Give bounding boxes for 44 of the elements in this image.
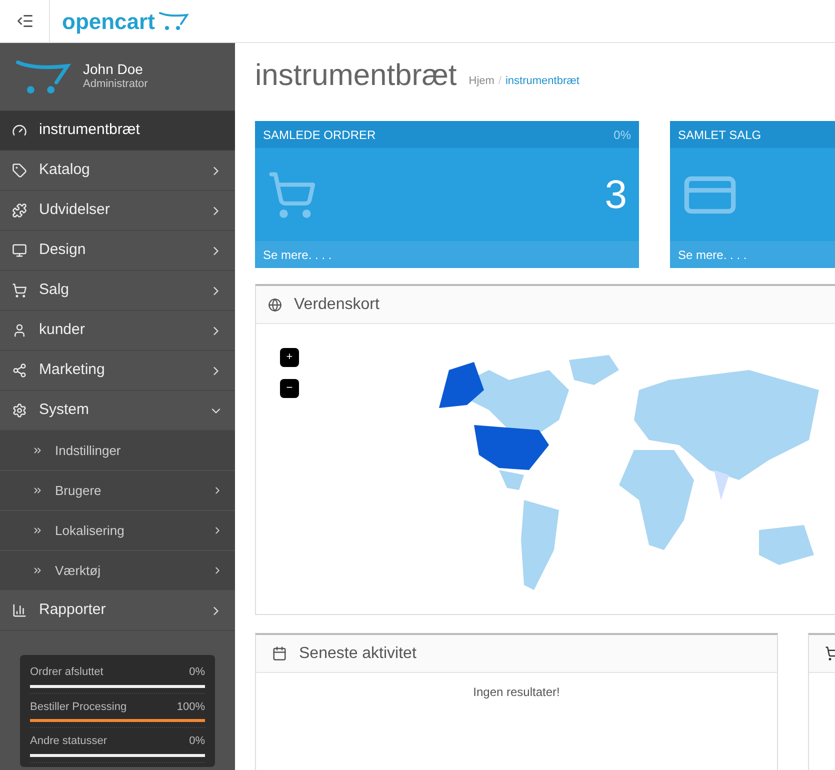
puzzle-icon xyxy=(12,203,27,218)
cart-icon xyxy=(267,170,317,220)
user-name: John Doe xyxy=(83,60,144,78)
tile-percent: 0% xyxy=(614,126,631,144)
double-chevron-icon xyxy=(32,565,43,576)
submenu-item[interactable]: Indstillinger xyxy=(0,431,235,471)
user-icon xyxy=(12,323,27,338)
status-percent: 0% xyxy=(189,665,205,680)
submenu-item[interactable]: Brugere xyxy=(0,471,235,511)
tile-title: SAMLEDE ORDRER xyxy=(263,126,376,144)
double-chevron-icon xyxy=(32,445,43,456)
double-chevron-icon xyxy=(32,525,43,536)
bar-chart-icon xyxy=(12,603,27,618)
cart-icon xyxy=(12,283,27,298)
dashboard-icon xyxy=(12,123,27,138)
status-label: Ordrer afsluttet xyxy=(30,665,104,680)
sidebar-item[interactable]: instrumentbræt xyxy=(0,111,235,151)
submenu-item[interactable]: Værktøj xyxy=(0,551,235,591)
globe-icon xyxy=(268,298,282,312)
zoom-out-button[interactable]: − xyxy=(280,379,299,398)
gear-icon xyxy=(12,403,27,418)
tile-title: SAMLET SALG xyxy=(678,126,762,144)
page-title: instrumentbræt xyxy=(255,61,457,91)
cart-logo-icon xyxy=(158,11,189,31)
zoom-in-button[interactable]: + xyxy=(280,348,299,367)
empty-message: Ingen resultater! xyxy=(473,684,560,701)
breadcrumb-separator: / xyxy=(498,74,502,88)
calendar-icon xyxy=(272,646,287,661)
status-label: Bestiller Processing xyxy=(30,700,127,714)
double-chevron-icon xyxy=(32,485,43,496)
status-label: Andre statusser xyxy=(30,734,108,749)
status-percent: 0% xyxy=(189,734,205,749)
submenu-item[interactable]: Lokalisering xyxy=(0,511,235,551)
user-role: Administrator xyxy=(83,78,148,92)
tile-value: 3 xyxy=(604,172,627,218)
breadcrumb-link[interactable]: Hjem xyxy=(468,72,494,89)
share-icon xyxy=(12,363,27,378)
menu-icon[interactable] xyxy=(16,12,34,30)
panel-title: Seneste aktivitet xyxy=(299,644,416,664)
status-percent: 100% xyxy=(176,700,205,714)
panel-title: Verdenskort xyxy=(294,294,380,314)
tag-icon xyxy=(12,163,27,178)
monitor-icon xyxy=(12,243,27,258)
breadcrumb-link[interactable]: instrumentbræt xyxy=(505,72,580,89)
